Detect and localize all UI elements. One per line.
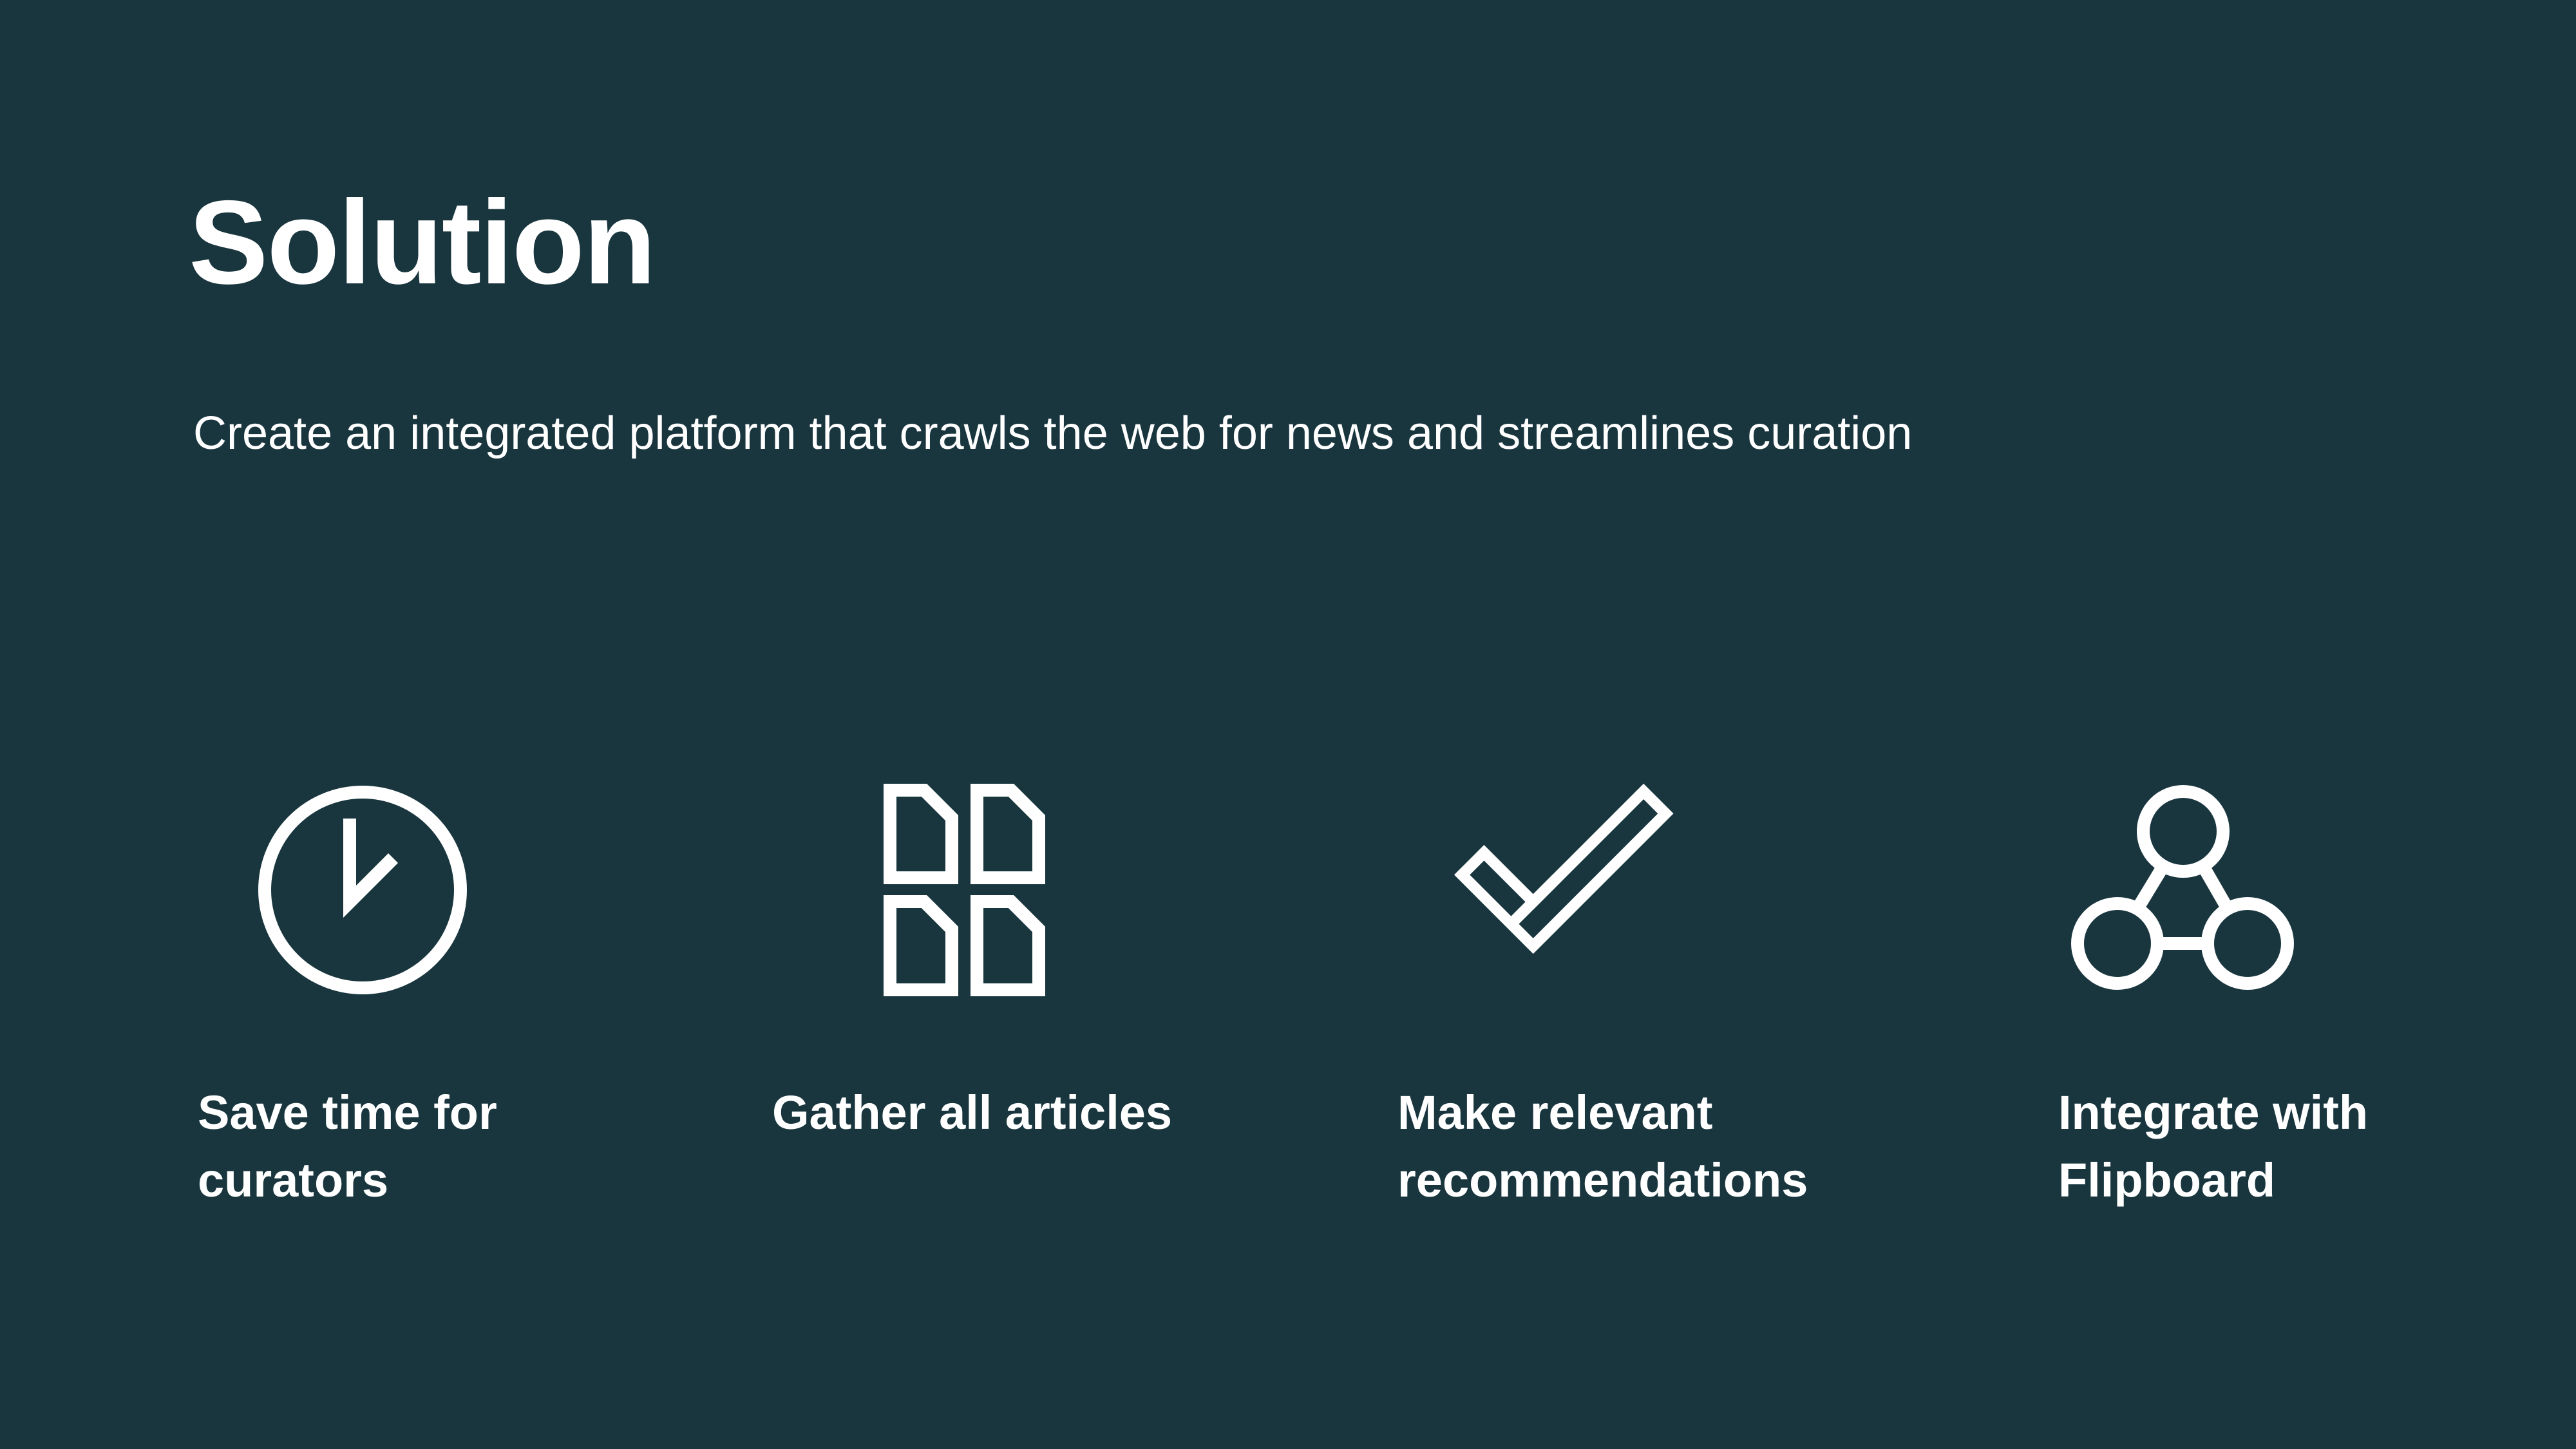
solution-slide: Solution Create an integrated platform t… xyxy=(0,0,2576,1449)
clock-icon xyxy=(258,786,467,994)
connected-nodes-icon xyxy=(2071,785,2294,990)
checkmark-icon xyxy=(1454,783,1674,954)
feature-label-save-time: Save time for curators xyxy=(198,1079,777,1214)
slide-subtitle: Create an integrated platform that crawl… xyxy=(193,408,1913,459)
feature-label-line: Flipboard xyxy=(2058,1153,2276,1207)
feature-label-line: Gather all articles xyxy=(772,1086,1173,1139)
feature-label-line: recommendations xyxy=(1397,1153,1808,1207)
feature-label-line: Integrate with xyxy=(2058,1086,2369,1139)
feature-label-flipboard: Integrate with Flipboard xyxy=(2058,1079,2576,1214)
documents-grid-icon xyxy=(884,784,1045,996)
slide-title: Solution xyxy=(189,176,656,309)
feature-label-line: Save time for xyxy=(198,1086,497,1139)
feature-label-line: curators xyxy=(198,1153,389,1207)
feature-label-gather-articles: Gather all articles xyxy=(772,1079,1352,1146)
feature-label-recommendations: Make relevant recommendations xyxy=(1397,1079,1977,1214)
feature-label-line: Make relevant xyxy=(1397,1086,1713,1139)
